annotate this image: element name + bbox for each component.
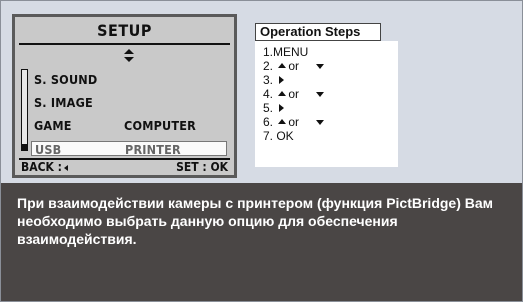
step-3: 3. (263, 73, 285, 87)
lcd-back-hint: BACK : (21, 160, 68, 174)
menu-row-usb-selected[interactable]: USB PRINTER (31, 141, 227, 157)
camera-lcd-screen: SETUP S. SOUND S. IMAGE GAME COMPUTER US… (12, 14, 237, 178)
step-5: 5. (263, 101, 285, 115)
menu-item-computer[interactable]: COMPUTER (124, 118, 196, 133)
left-arrow-icon (63, 164, 68, 171)
up-arrow-icon (278, 91, 287, 97)
down-arrow-icon (316, 119, 325, 125)
manual-panel: SETUP S. SOUND S. IMAGE GAME COMPUTER US… (0, 0, 523, 302)
step-3-number: 3. (263, 73, 274, 87)
operation-steps-list: 1.MENU 2. or 3. 4. or 5. 6. or 7. OK (255, 41, 398, 167)
step-1: 1.MENU (263, 45, 309, 59)
right-arrow-icon (279, 104, 285, 113)
menu-item-game[interactable]: GAME (34, 118, 72, 133)
up-arrow-icon (278, 119, 287, 125)
step-4: 4. or (263, 87, 325, 101)
step-6: 6. or (263, 115, 325, 129)
lcd-scrollbar-thumb (22, 144, 27, 150)
description-text: При взаимодействии камеры с принтером (ф… (17, 195, 494, 247)
lcd-title: SETUP (97, 21, 152, 40)
step-6-or: or (288, 115, 300, 129)
step-2-or: or (288, 59, 300, 73)
step-4-number: 4. (263, 87, 274, 101)
down-arrow-icon (316, 91, 325, 97)
down-arrow-icon (316, 63, 325, 69)
menu-item-usb: USB (35, 142, 62, 157)
step-6-number: 6. (263, 115, 274, 129)
menu-item-s-image[interactable]: S. IMAGE (34, 95, 93, 110)
operation-steps-title: Operation Steps (255, 23, 381, 41)
right-arrow-icon (279, 76, 285, 85)
step-2-number: 2. (263, 59, 274, 73)
back-label: BACK : (21, 160, 62, 174)
menu-item-printer: PRINTER (125, 142, 181, 157)
step-2: 2. or (263, 59, 325, 73)
up-arrow-icon (278, 63, 287, 69)
description-panel: При взаимодействии камеры с принтером (ф… (1, 183, 522, 301)
lcd-set-hint: SET : OK (176, 160, 228, 174)
lcd-title-divider (19, 43, 230, 45)
step-4-or: or (288, 87, 300, 101)
lcd-scrollbar (21, 69, 28, 151)
up-down-arrow-icon (123, 49, 135, 63)
step-5-number: 5. (263, 101, 274, 115)
step-7: 7. OK (263, 129, 294, 143)
menu-item-s-sound[interactable]: S. SOUND (34, 72, 97, 87)
